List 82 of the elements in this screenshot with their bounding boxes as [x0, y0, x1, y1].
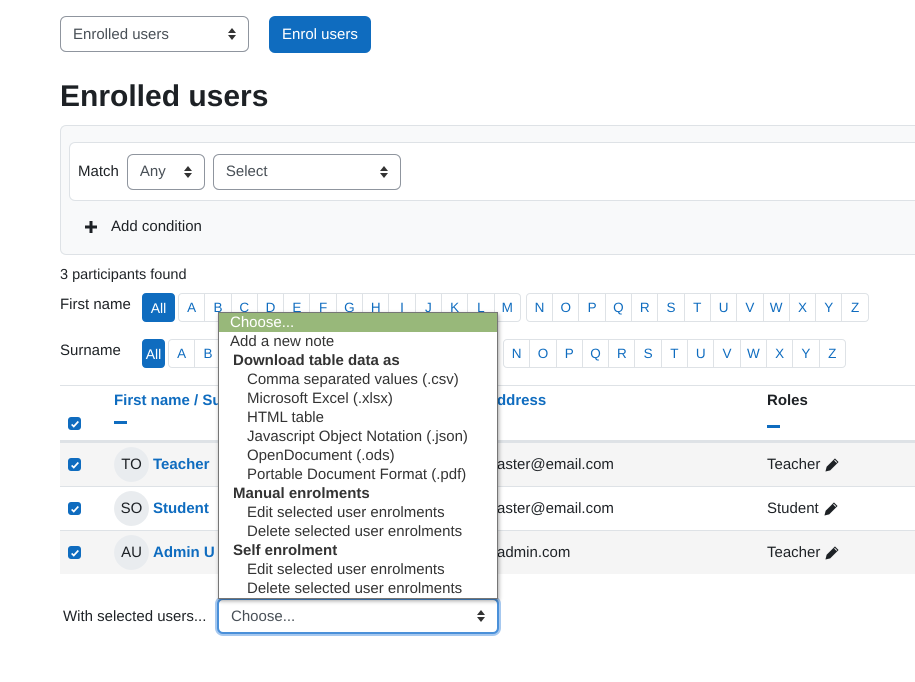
match-label: Match — [78, 163, 119, 180]
option-group-label: Manual enrolments — [232, 484, 371, 503]
initials-label: Surname — [60, 342, 122, 359]
dropdown-option[interactable]: Portable Document Format (.pdf) — [219, 465, 497, 484]
caret-icon — [477, 610, 485, 622]
caret-icon — [380, 166, 388, 178]
user-name-link[interactable]: Teacher — [153, 456, 210, 473]
letter-link[interactable]: X — [788, 294, 816, 321]
letter-link[interactable]: All — [142, 293, 175, 322]
dropdown-option[interactable]: Comma separated values (.csv) — [219, 370, 497, 389]
user-name-link[interactable]: Admin U — [153, 544, 215, 561]
dropdown-option[interactable]: Delete selected user enrolments — [219, 579, 497, 598]
pencil-icon[interactable] — [824, 502, 838, 516]
letter-link[interactable]: O — [529, 340, 556, 367]
letter-link[interactable]: W — [762, 294, 789, 321]
letter-link[interactable]: S — [657, 294, 684, 321]
participants-count: 3 participants found — [60, 267, 188, 283]
option-group-label: Download table data as — [232, 351, 401, 370]
pencil-icon[interactable] — [825, 546, 840, 560]
user-avatar: TO — [114, 447, 149, 482]
letter-link[interactable]: P — [556, 340, 582, 367]
letter-link[interactable]: T — [684, 294, 710, 321]
select-all-checkbox[interactable] — [68, 417, 81, 430]
letter-link[interactable]: O — [552, 294, 578, 321]
user-name-link[interactable]: Student — [153, 500, 209, 517]
letter-link[interactable]: S — [634, 340, 661, 367]
letter-link[interactable]: V — [736, 294, 763, 321]
dropdown-option[interactable]: Javascript Object Notation (.json) — [219, 427, 497, 446]
letter-link[interactable]: W — [740, 340, 766, 367]
email-cell: aster@email.com — [497, 456, 614, 473]
bulk-action-select[interactable]: Choose... — [217, 598, 499, 634]
option-group-label: Self enrolment — [232, 541, 338, 560]
condition-select[interactable]: Select — [212, 154, 401, 190]
dropdown-option[interactable]: Add a new note — [219, 332, 497, 351]
letter-link[interactable]: U — [687, 340, 714, 367]
caret-icon — [184, 166, 192, 178]
match-select[interactable]: Any — [126, 154, 205, 190]
letter-link[interactable]: Y — [792, 340, 819, 367]
initials-label: First name — [60, 296, 132, 313]
dropdown-option[interactable]: Delete selected user enrolments — [219, 522, 497, 541]
letter-link[interactable]: X — [766, 340, 792, 367]
role-text: Teacher — [767, 456, 820, 473]
page-heading: Enrolled users — [60, 79, 270, 115]
bulk-action-label: With selected users... — [63, 608, 208, 624]
row-checkbox[interactable] — [68, 458, 81, 471]
dropdown-option[interactable]: Microsoft Excel (.xlsx) — [219, 389, 497, 408]
letter-link[interactable]: Q — [582, 340, 608, 367]
letter-link[interactable]: All — [142, 339, 165, 368]
letter-link[interactable]: Z — [841, 294, 868, 321]
letter-link[interactable]: U — [710, 294, 736, 321]
column-heading: Roles — [767, 392, 808, 409]
dropdown-option[interactable]: HTML table — [219, 408, 497, 427]
letter-link[interactable]: R — [631, 294, 658, 321]
letter-link[interactable]: N — [504, 340, 530, 367]
role-text: Student — [767, 500, 819, 517]
dropdown-option[interactable]: Edit selected user enrolments — [219, 503, 497, 522]
letter-link[interactable]: A — [179, 294, 204, 321]
row-checkbox[interactable] — [68, 546, 81, 559]
plus-icon — [85, 220, 97, 232]
row-checkbox[interactable] — [68, 502, 81, 515]
email-cell: admin.com — [497, 544, 570, 561]
pencil-icon[interactable] — [825, 458, 840, 472]
letter-link[interactable]: R — [608, 340, 634, 367]
letter-link[interactable]: V — [713, 340, 740, 367]
letter-link[interactable]: Z — [818, 340, 845, 367]
email-cell: aster@email.com — [497, 500, 614, 517]
role-text: Teacher — [767, 544, 820, 561]
user-avatar: SO — [114, 491, 149, 526]
enrolment-select[interactable]: Enrolled users — [60, 16, 249, 52]
letter-link[interactable]: Y — [815, 294, 842, 321]
letter-link[interactable]: Q — [604, 294, 632, 321]
letter-link[interactable]: T — [660, 340, 688, 367]
caret-icon — [228, 28, 236, 40]
letter-link[interactable]: A — [169, 340, 194, 367]
column-header-link[interactable]: ddress — [497, 392, 546, 409]
add-condition-button[interactable]: Add condition — [69, 218, 202, 235]
dropdown-option[interactable]: Edit selected user enrolments — [219, 560, 497, 579]
letter-link[interactable]: N — [526, 294, 552, 321]
enrol-users-button[interactable]: Enrol users — [269, 16, 371, 53]
dropdown-option[interactable]: OpenDocument (.ods) — [219, 446, 497, 465]
letter-link[interactable]: P — [578, 294, 605, 321]
user-avatar: AU — [114, 535, 149, 570]
